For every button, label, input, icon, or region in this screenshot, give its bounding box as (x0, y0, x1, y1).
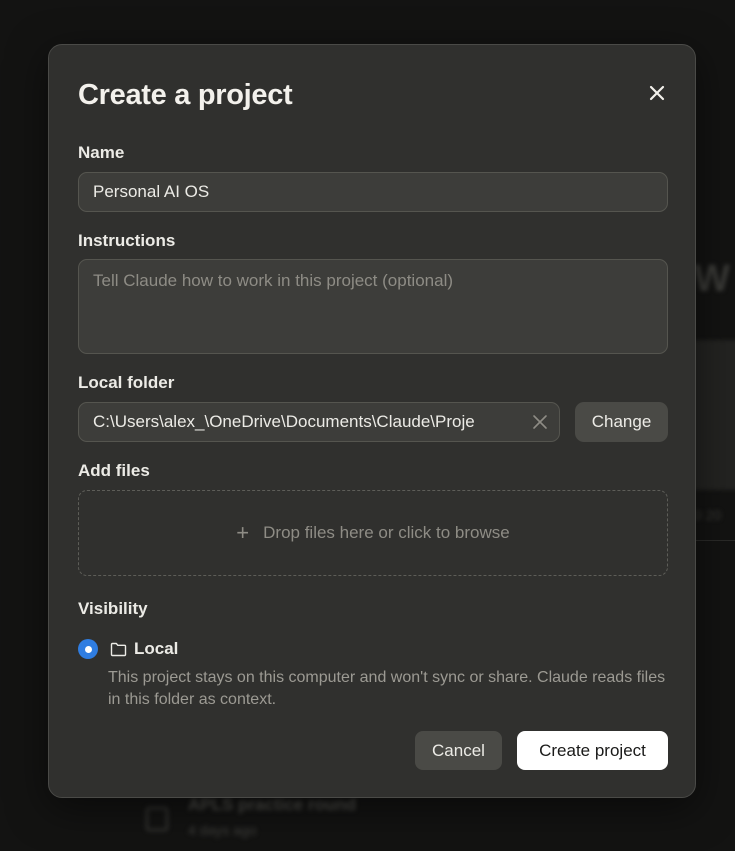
radio-selected-dot (84, 645, 92, 653)
local-option-description: This project stays on this computer and … (108, 669, 666, 708)
name-input[interactable] (78, 172, 668, 212)
local-folder-path: C:\Users\alex_\OneDrive\Documents\Claude… (93, 412, 475, 431)
create-project-dialog: Create a project Name Instructions Local… (48, 44, 696, 798)
clear-icon (533, 415, 547, 429)
plus-icon: + (236, 520, 250, 545)
background-recent-item-subtitle: 4 days ago (188, 822, 257, 838)
close-button[interactable] (645, 81, 669, 105)
clear-folder-button[interactable] (531, 413, 549, 431)
folder-icon (110, 642, 127, 656)
local-option-label: Local (134, 639, 179, 658)
add-files-label: Add files (78, 461, 150, 480)
dropzone-text: Drop files here or click to browse (263, 523, 510, 542)
name-label: Name (78, 143, 125, 162)
background-divider (690, 540, 735, 541)
background-recent-item-title: APLS practice round (188, 795, 357, 814)
background-card (690, 340, 735, 490)
instructions-input[interactable] (78, 259, 668, 354)
local-folder-field[interactable]: C:\Users\alex_\OneDrive\Documents\Claude… (78, 402, 560, 442)
visibility-label: Visibility (78, 599, 148, 618)
close-icon (649, 85, 665, 101)
file-dropzone[interactable]: + Drop files here or click to browse (78, 490, 668, 576)
local-radio[interactable] (78, 639, 98, 659)
change-folder-button[interactable]: Change (575, 402, 668, 442)
background-heading: W (694, 258, 730, 300)
instructions-label: Instructions (78, 231, 176, 250)
create-project-button[interactable]: Create project (517, 731, 668, 770)
visibility-option-local[interactable]: Local (78, 638, 178, 660)
background-meta: 0 20 (694, 507, 722, 523)
dialog-title: Create a project (78, 79, 293, 111)
cancel-button[interactable]: Cancel (415, 731, 502, 770)
chat-icon (146, 807, 168, 831)
local-folder-label: Local folder (78, 373, 175, 392)
